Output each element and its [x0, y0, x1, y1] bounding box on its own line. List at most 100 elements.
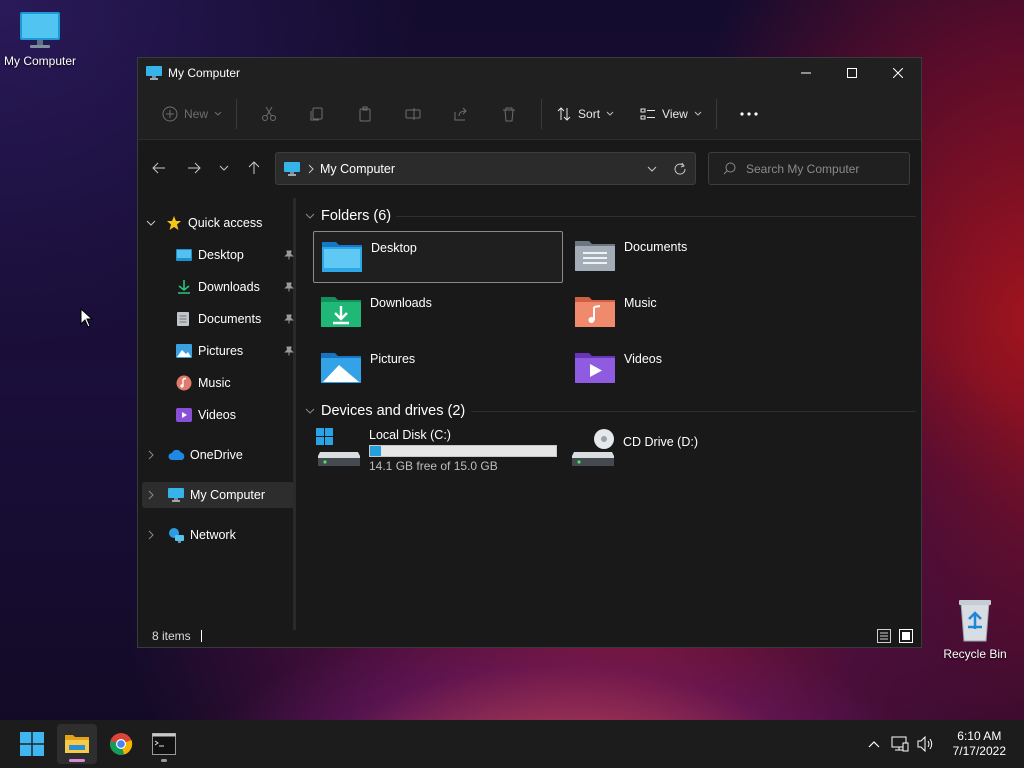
show-hidden-icons-button[interactable] [861, 740, 887, 748]
folder-icon [65, 735, 89, 753]
documents-folder-icon [575, 241, 615, 271]
sidebar-item-desktop[interactable]: Desktop [176, 242, 294, 268]
sidebar-item-pictures[interactable]: Pictures [176, 338, 294, 364]
folder-tile-documents[interactable]: Documents [567, 231, 817, 283]
sidebar-item-onedrive[interactable]: OneDrive [148, 442, 294, 468]
pin-icon[interactable] [284, 314, 294, 324]
cloud-icon [168, 449, 185, 460]
folder-tile-desktop[interactable]: Desktop [313, 231, 563, 283]
desktop-icon-my-computer[interactable]: My Computer [0, 10, 80, 68]
folder-name: Pictures [370, 352, 416, 366]
running-indicator [69, 759, 85, 762]
desktop-icon-label: Recycle Bin [943, 647, 1007, 661]
paste-button[interactable] [341, 98, 389, 130]
sort-icon [557, 106, 571, 121]
chevron-down-icon [305, 408, 315, 414]
minimize-button[interactable] [783, 58, 829, 88]
network-status-button[interactable] [887, 736, 913, 752]
new-button[interactable]: New [156, 98, 228, 130]
sidebar-item-label: Downloads [198, 280, 260, 294]
cut-button[interactable] [245, 98, 293, 130]
taskbar-terminal[interactable] [144, 724, 184, 764]
drive-local-disk-c[interactable]: Local Disk (C:) 14.1 GB free of 15.0 GB [312, 424, 562, 476]
view-list-icon [640, 108, 656, 119]
folder-tile-videos[interactable]: Videos [567, 343, 817, 395]
chevron-down-icon[interactable] [146, 220, 156, 226]
drive-usage-bar [369, 445, 557, 457]
download-icon [178, 280, 190, 294]
sidebar-item-my-computer[interactable]: My Computer [142, 482, 294, 508]
mouse-cursor-icon [80, 308, 94, 328]
chevron-down-icon [305, 213, 315, 219]
more-options-button[interactable] [725, 98, 773, 130]
desktop-folder-icon [176, 249, 192, 261]
sidebar-item-network[interactable]: Network [148, 522, 294, 548]
group-header-label: Folders (6) [321, 208, 392, 224]
copy-icon [310, 107, 323, 120]
group-header-label: Devices and drives (2) [321, 403, 466, 419]
details-view-button[interactable] [877, 629, 891, 646]
rename-button[interactable] [389, 98, 437, 130]
chevron-right-icon[interactable] [148, 530, 154, 540]
up-button[interactable] [239, 153, 269, 183]
downloads-folder-icon [321, 297, 361, 327]
network-icon [169, 528, 184, 543]
close-button[interactable] [875, 58, 921, 88]
tiles-view-button[interactable] [899, 629, 913, 646]
window-title: My Computer [168, 66, 241, 80]
maximize-button[interactable] [829, 58, 875, 88]
clock[interactable]: 6:10 AM 7/17/2022 [953, 729, 1006, 759]
toolbar-divider [236, 98, 238, 129]
copy-button[interactable] [293, 98, 341, 130]
breadcrumb-my-computer[interactable]: My Computer [320, 162, 395, 176]
sidebar-item-videos[interactable]: Videos [176, 402, 294, 428]
sort-label: Sort [578, 106, 601, 121]
sidebar-item-quick-access[interactable]: Quick access [146, 210, 294, 236]
sidebar-item-documents[interactable]: Documents [176, 306, 294, 332]
chevron-down-icon [606, 111, 614, 116]
desktop-icon-label: My Computer [3, 54, 77, 68]
group-header-folders[interactable]: Folders (6) [305, 208, 391, 224]
sidebar-item-label: My Computer [190, 488, 266, 502]
search-input[interactable] [746, 161, 896, 176]
volume-button[interactable] [913, 736, 939, 752]
sort-button[interactable]: Sort [550, 98, 620, 130]
taskbar-chrome[interactable] [101, 724, 141, 764]
pin-icon[interactable] [284, 250, 294, 260]
refresh-button[interactable] [665, 156, 695, 182]
pin-icon[interactable] [284, 346, 294, 356]
monitor-icon [168, 488, 184, 502]
chevron-right-icon[interactable] [148, 490, 154, 500]
pin-icon[interactable] [284, 282, 294, 292]
sidebar-item-label: Videos [198, 408, 236, 422]
back-button[interactable] [144, 153, 174, 183]
folder-tile-music[interactable]: Music [567, 287, 817, 339]
speaker-icon [917, 736, 932, 752]
taskbar-file-explorer[interactable] [57, 724, 97, 764]
sidebar-item-music[interactable]: Music [176, 370, 294, 396]
title-bar[interactable]: My Computer [138, 58, 921, 88]
start-button[interactable] [12, 724, 52, 764]
minimize-icon [801, 72, 811, 74]
drive-cd-d[interactable]: CD Drive (D:) [566, 424, 816, 476]
group-header-devices[interactable]: Devices and drives (2) [305, 403, 465, 419]
drive-tile-local-disk-c[interactable] [313, 479, 563, 531]
folder-tile-downloads[interactable]: Downloads [313, 287, 563, 339]
recent-locations-button[interactable] [209, 153, 239, 183]
address-history-button[interactable] [639, 156, 665, 182]
view-button[interactable]: View [634, 98, 708, 130]
pictures-folder-icon [321, 353, 361, 383]
toolbar-divider [541, 98, 543, 129]
folder-tile-pictures[interactable]: Pictures [313, 343, 563, 395]
forward-button[interactable] [179, 153, 209, 183]
monitor-icon [20, 12, 60, 48]
address-bar[interactable]: My Computer [275, 152, 696, 185]
search-box[interactable] [708, 152, 910, 185]
share-icon [454, 107, 467, 120]
sidebar-item-downloads[interactable]: Downloads [176, 274, 294, 300]
desktop-icon-recycle-bin[interactable]: Recycle Bin [935, 597, 1015, 661]
chevron-right-icon[interactable] [148, 450, 154, 460]
delete-button[interactable] [485, 98, 533, 130]
share-button[interactable] [437, 98, 485, 130]
cd-drive-icon [572, 429, 614, 466]
